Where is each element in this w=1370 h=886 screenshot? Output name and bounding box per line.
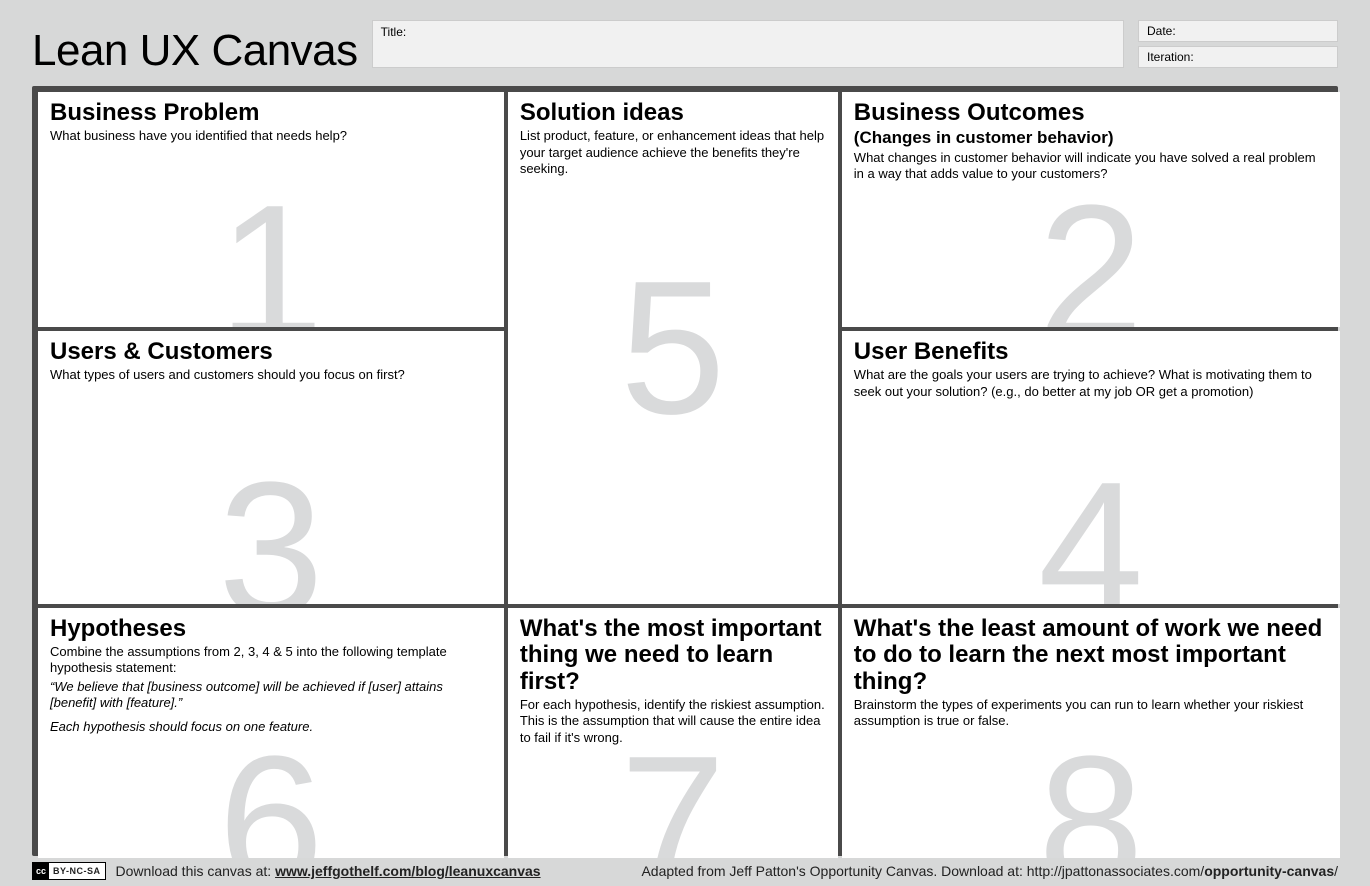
cell-number: 6 (218, 728, 324, 858)
cc-license-badge: cc BY-NC-SA (32, 862, 106, 880)
cell-desc: What changes in customer behavior will i… (854, 150, 1328, 183)
download-prefix: Download this canvas at: (116, 863, 276, 879)
cell-desc: What types of users and customers should… (50, 367, 492, 383)
cell-desc: What are the goals your users are trying… (854, 367, 1328, 400)
canvas-frame: Business Problem What business have you … (32, 86, 1338, 856)
cell-desc-2: “We believe that [business outcome] will… (50, 679, 492, 712)
cell-solution-ideas[interactable]: Solution ideas List product, feature, or… (508, 92, 838, 604)
cell-business-problem[interactable]: Business Problem What business have you … (38, 92, 504, 327)
cell-desc: List product, feature, or enhancement id… (520, 128, 826, 177)
cell-title: Hypotheses (50, 616, 492, 642)
footer: cc BY-NC-SA Download this canvas at: www… (32, 862, 1338, 880)
iteration-field-label: Iteration: (1147, 50, 1194, 64)
header: Lean UX Canvas Title: Date: Iteration: (32, 20, 1338, 76)
canvas-grid: Business Problem What business have you … (38, 92, 1332, 850)
cc-terms: BY-NC-SA (49, 866, 105, 876)
cell-users-customers[interactable]: Users & Customers What types of users an… (38, 331, 504, 604)
cc-icon: cc (33, 863, 49, 879)
cell-desc: For each hypothesis, identify the riskie… (520, 697, 826, 746)
meta-column: Date: Iteration: (1138, 20, 1338, 68)
cell-business-outcomes[interactable]: Business Outcomes (Changes in customer b… (842, 92, 1340, 327)
date-field[interactable]: Date: (1138, 20, 1338, 42)
cell-number: 7 (620, 728, 726, 858)
cell-number: 8 (1038, 728, 1144, 858)
title-field[interactable]: Title: (372, 20, 1124, 68)
cell-number: 3 (218, 454, 324, 604)
cell-desc: Brainstorm the types of experiments you … (854, 697, 1328, 730)
cell-title: Business Problem (50, 100, 492, 126)
page-title: Lean UX Canvas (32, 20, 358, 76)
cell-title: What's the least amount of work we need … (854, 616, 1328, 695)
date-field-label: Date: (1147, 24, 1176, 38)
cell-desc-1: Combine the assumptions from 2, 3, 4 & 5… (50, 644, 492, 677)
cell-least-work[interactable]: What's the least amount of work we need … (842, 608, 1340, 858)
cell-desc-3: Each hypothesis should focus on one feat… (50, 719, 492, 735)
cell-title: Users & Customers (50, 339, 492, 365)
cell-title: Business Outcomes (854, 100, 1328, 126)
cell-title: User Benefits (854, 339, 1328, 365)
cell-title: Solution ideas (520, 100, 826, 126)
cell-title: What's the most important thing we need … (520, 616, 826, 695)
cell-hypotheses[interactable]: Hypotheses Combine the assumptions from … (38, 608, 504, 858)
title-field-label: Title: (381, 25, 407, 39)
attribution-text: Adapted from Jeff Patton's Opportunity C… (641, 863, 1338, 879)
attribution-prefix: Adapted from Jeff Patton's Opportunity C… (641, 863, 1204, 879)
cell-number: 1 (218, 177, 324, 327)
cell-number: 4 (1038, 454, 1144, 604)
cell-number: 2 (1038, 177, 1144, 327)
download-text: Download this canvas at: www.jeffgothelf… (116, 863, 541, 879)
download-link[interactable]: www.jeffgothelf.com/blog/leanuxcanvas (275, 863, 541, 879)
cell-number: 5 (620, 253, 726, 443)
cell-desc: What business have you identified that n… (50, 128, 492, 144)
cell-user-benefits[interactable]: User Benefits What are the goals your us… (842, 331, 1340, 604)
attribution-link[interactable]: opportunity-canvas (1204, 863, 1334, 879)
iteration-field[interactable]: Iteration: (1138, 46, 1338, 68)
cell-subtitle: (Changes in customer behavior) (854, 128, 1328, 148)
attribution-suffix: / (1334, 863, 1338, 879)
cell-learn-first[interactable]: What's the most important thing we need … (508, 608, 838, 858)
